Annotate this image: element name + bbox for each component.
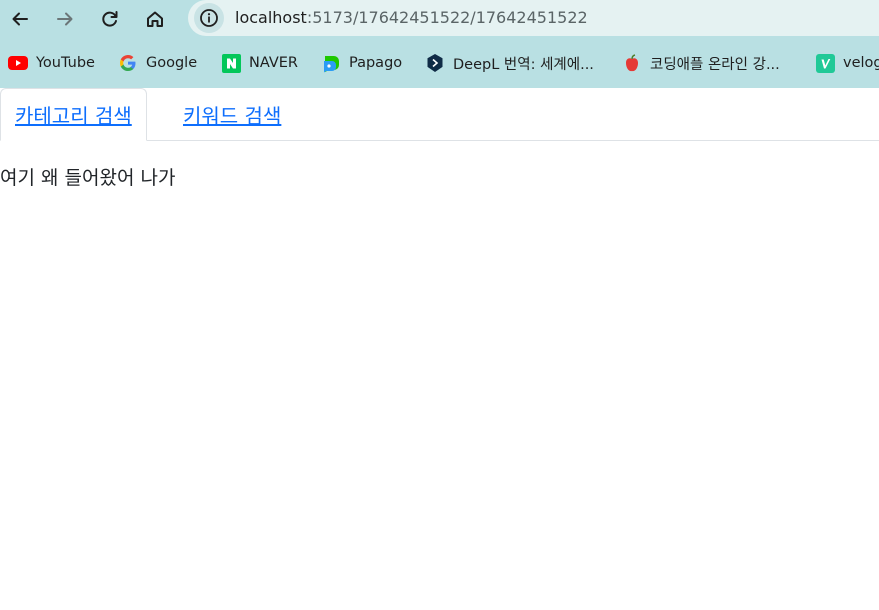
info-icon [200,9,218,27]
bookmarks-bar: YouTube Google NAVER Papago DeepL 번역: 세계… [0,38,879,88]
bookmark-deepl[interactable]: DeepL 번역: 세계에... [425,53,594,73]
home-icon [147,11,163,27]
bookmark-label: 코딩애플 온라인 강... [650,56,780,73]
back-arrow-icon [12,12,28,26]
forward-button[interactable] [51,5,79,33]
bookmark-velog[interactable]: velog [815,53,879,73]
bookmark-label: Google [146,55,198,71]
bookmark-label: YouTube [36,55,95,71]
bookmark-label: DeepL 번역: 세계에... [453,56,594,73]
bookmark-label: Papago [349,55,403,71]
bookmark-google[interactable]: Google [118,53,197,73]
papago-icon [321,53,341,73]
url-path: :5173/17642451522/17642451522 [306,8,588,27]
deepl-icon [425,53,445,73]
back-button[interactable] [6,5,34,33]
youtube-icon [8,53,28,73]
site-info-button[interactable] [194,3,224,33]
bookmark-label: NAVER [249,55,298,71]
browser-toolbar: localhost:5173/17642451522/17642451522 [0,0,879,38]
url-host: localhost [235,8,307,27]
apple-icon [622,53,642,73]
tab-category-search[interactable]: 카테고리 검색 [0,88,147,141]
tab-keyword-search[interactable]: 키워드 검색 [169,88,295,141]
bookmark-codingapple[interactable]: 코딩애플 온라인 강... [622,53,780,73]
bookmark-youtube[interactable]: YouTube [8,53,95,73]
url-text: localhost:5173/17642451522/17642451522 [235,8,588,28]
reload-icon [102,11,118,27]
naver-icon [221,53,241,73]
search-tabs: 카테고리 검색 키워드 검색 [0,88,879,141]
forward-arrow-icon [57,12,73,26]
reload-button[interactable] [96,5,124,33]
home-button[interactable] [141,5,169,33]
page-message: 여기 왜 들어왔어 나가 [0,167,176,189]
google-icon [118,53,138,73]
bookmark-papago[interactable]: Papago [321,53,402,73]
velog-icon [815,53,835,73]
bookmark-label: velog [843,55,879,71]
address-bar[interactable]: localhost:5173/17642451522/17642451522 [188,0,879,36]
bookmark-naver[interactable]: NAVER [221,53,298,73]
